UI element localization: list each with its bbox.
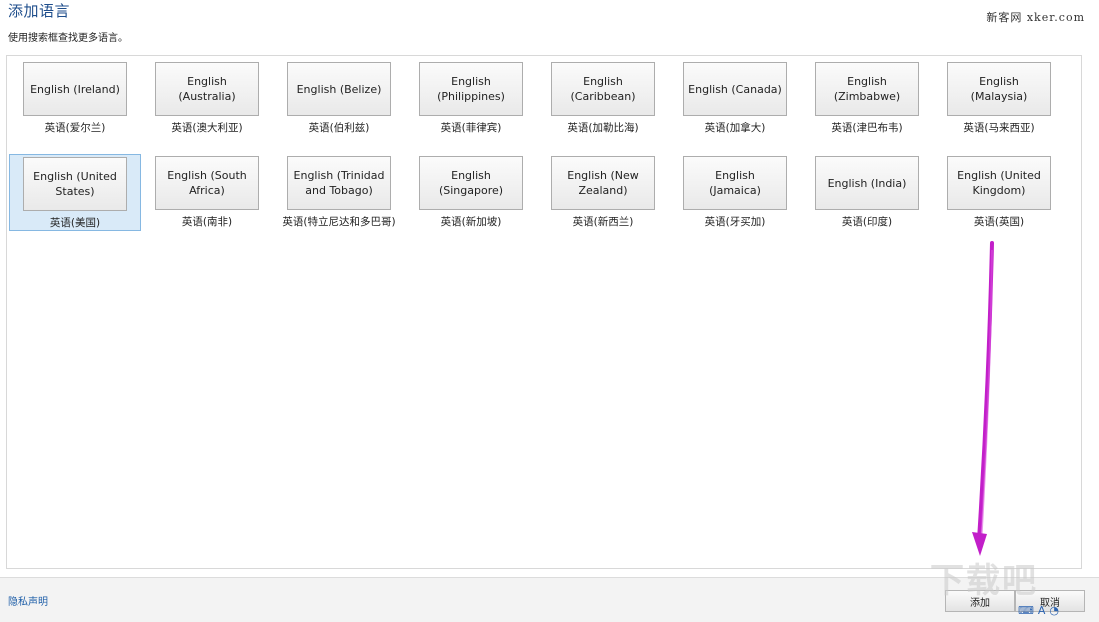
language-native-label: 英语(加勒比海)	[567, 122, 639, 134]
language-item[interactable]: English (Canada) 英语(加拿大)	[669, 60, 801, 136]
language-item[interactable]: English (United Kingdom) 英语(英国)	[933, 154, 1065, 230]
language-native-label: 英语(南非)	[181, 216, 233, 228]
language-tile-button[interactable]: English (Philippines)	[419, 62, 523, 116]
dialog-title: 添加语言	[8, 2, 71, 20]
language-item[interactable]: English (Philippines) 英语(菲律宾)	[405, 60, 537, 136]
language-tile-button[interactable]: English (New Zealand)	[551, 156, 655, 210]
language-tile-button[interactable]: English (Zimbabwe)	[815, 62, 919, 116]
language-list-panel: English (Ireland) 英语(爱尔兰) English (Austral…	[6, 55, 1082, 569]
language-native-label: 英语(加拿大)	[704, 122, 766, 134]
language-tile-button[interactable]: English (South Africa)	[155, 156, 259, 210]
language-item[interactable]: English (Jamaica) 英语(牙买加)	[669, 154, 801, 230]
language-item[interactable]: English (United States) 英语(美国)	[9, 154, 141, 231]
language-tile-button[interactable]: English (Ireland)	[23, 62, 127, 116]
language-native-label: 英语(澳大利亚)	[171, 122, 243, 134]
sound-icon: ◔	[1049, 604, 1064, 617]
input-method-icon: ⌨	[1018, 604, 1038, 617]
language-native-label: 英语(马来西亚)	[963, 122, 1035, 134]
language-grid: English (Ireland) 英语(爱尔兰) English (Austral…	[9, 60, 1065, 248]
language-item[interactable]: English (Malaysia) 英语(马来西亚)	[933, 60, 1065, 136]
language-native-label: 英语(新加坡)	[440, 216, 502, 228]
language-item[interactable]: English (Zimbabwe) 英语(津巴布韦)	[801, 60, 933, 136]
watermark-text: 新客网 xker.com	[986, 11, 1085, 24]
language-native-label: 英语(菲律宾)	[440, 122, 502, 134]
language-item[interactable]: English (Caribbean) 英语(加勒比海)	[537, 60, 669, 136]
privacy-link[interactable]: 隐私声明	[8, 593, 48, 608]
language-tile-button[interactable]: English (United Kingdom)	[947, 156, 1051, 210]
language-native-label: 英语(伯利兹)	[308, 122, 370, 134]
language-tile-button[interactable]: English (United States)	[23, 157, 127, 211]
language-native-label: 英语(新西兰)	[572, 216, 634, 228]
system-tray-icons: ⌨A◔	[1018, 604, 1063, 617]
language-native-label: 英语(牙买加)	[704, 216, 766, 228]
language-native-label: 英语(英国)	[973, 216, 1025, 228]
dialog-subtitle: 使用搜索框查找更多语言。	[8, 33, 128, 44]
language-item[interactable]: English (South Africa) 英语(南非)	[141, 154, 273, 230]
language-native-label: 英语(印度)	[841, 216, 893, 228]
language-item[interactable]: English (Singapore) 英语(新加坡)	[405, 154, 537, 230]
language-tile-button[interactable]: English (Australia)	[155, 62, 259, 116]
language-native-label: 英语(爱尔兰)	[44, 122, 106, 134]
language-native-label: 英语(津巴布韦)	[831, 122, 903, 134]
language-tile-button[interactable]: English (Malaysia)	[947, 62, 1051, 116]
language-item[interactable]: English (Belize) 英语(伯利兹)	[273, 60, 405, 136]
language-tile-button[interactable]: English (Singapore)	[419, 156, 523, 210]
language-tile-button[interactable]: English (India)	[815, 156, 919, 210]
language-item[interactable]: English (New Zealand) 英语(新西兰)	[537, 154, 669, 230]
language-item[interactable]: English (Australia) 英语(澳大利亚)	[141, 60, 273, 136]
language-item[interactable]: English (India) 英语(印度)	[801, 154, 933, 230]
language-item[interactable]: English (Ireland) 英语(爱尔兰)	[9, 60, 141, 136]
font-icon: A	[1037, 604, 1050, 617]
language-tile-button[interactable]: English (Trinidad and Tobago)	[287, 156, 391, 210]
language-tile-button[interactable]: English (Jamaica)	[683, 156, 787, 210]
language-tile-button[interactable]: English (Canada)	[683, 62, 787, 116]
language-tile-button[interactable]: English (Caribbean)	[551, 62, 655, 116]
language-native-label: 英语(美国)	[49, 217, 101, 229]
language-tile-button[interactable]: English (Belize)	[287, 62, 391, 116]
add-button[interactable]: 添加	[945, 590, 1015, 612]
language-native-label: 英语(特立尼达和多巴哥)	[282, 216, 396, 228]
language-item[interactable]: English (Trinidad and Tobago) 英语(特立尼达和多巴哥…	[273, 154, 405, 230]
dialog-footer: 隐私声明 添加 取消	[0, 577, 1099, 622]
